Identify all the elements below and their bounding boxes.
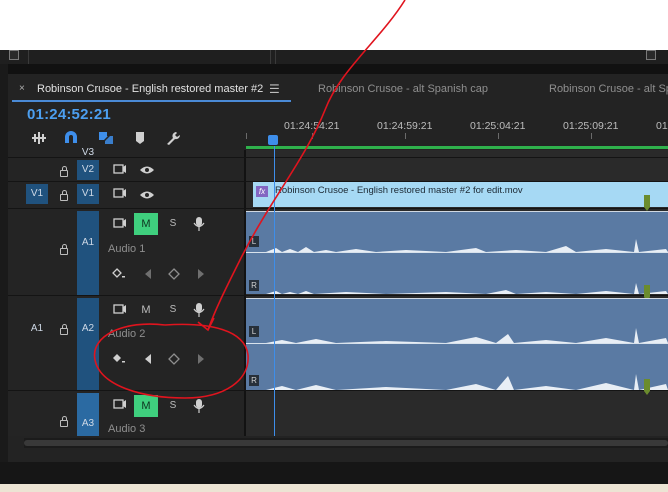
ruler-label: 01:25:04:21	[470, 120, 526, 132]
mute-track-button[interactable]: M	[134, 299, 158, 321]
snap-magnet-icon[interactable]	[62, 130, 80, 146]
close-tab-icon[interactable]: ×	[19, 76, 25, 102]
clip-marker-icon[interactable]	[644, 379, 650, 395]
show-keyframes-icon[interactable]	[112, 353, 126, 365]
sync-lock-icon[interactable]	[113, 398, 127, 410]
ruler-label: 01:24:59:21	[377, 120, 433, 132]
scrollbar-thumb[interactable]	[24, 440, 668, 446]
fx-badge-icon[interactable]: fx	[256, 186, 268, 197]
track-label-a3[interactable]: A3	[77, 393, 99, 436]
track-output-eye-icon[interactable]	[139, 190, 155, 200]
tab-menu-icon[interactable]: ☰	[269, 76, 280, 102]
track-label-a1[interactable]: A1	[77, 211, 99, 295]
next-keyframe-icon[interactable]	[196, 268, 206, 280]
ruler-label: 01:25:09:21	[563, 120, 619, 132]
playhead-line[interactable]	[274, 146, 275, 436]
voice-over-record-icon[interactable]	[193, 398, 205, 414]
video-clip-name: Robinson Crusoe - English restored maste…	[275, 185, 523, 196]
solo-track-button[interactable]: S	[166, 396, 180, 416]
playhead-handle[interactable]	[268, 135, 278, 145]
show-keyframes-icon[interactable]	[112, 268, 126, 280]
track-label-v2[interactable]: V2	[77, 160, 99, 180]
previous-keyframe-icon[interactable]	[143, 353, 153, 365]
wrench-icon[interactable]	[164, 130, 182, 146]
clip-marker-icon[interactable]	[644, 195, 650, 211]
track-label-v1[interactable]: V1	[77, 184, 99, 204]
next-keyframe-icon[interactable]	[196, 353, 206, 365]
linked-selection-icon[interactable]	[97, 130, 115, 146]
sync-lock-icon[interactable]	[113, 303, 127, 315]
panel-gap	[0, 64, 668, 74]
audio-waveform	[266, 328, 668, 390]
audio-waveform	[266, 239, 668, 294]
source-patch-v1[interactable]: V1	[26, 184, 48, 204]
mute-track-button[interactable]: M	[134, 213, 158, 235]
track-label-a2[interactable]: A2	[77, 298, 99, 390]
track-label-v3: V3	[81, 147, 95, 158]
ruler-label: 01:24:54:21	[284, 120, 340, 132]
voice-over-record-icon[interactable]	[193, 216, 205, 232]
audio-clip-a2[interactable]: L R	[246, 298, 668, 390]
source-patch-a1[interactable]: A1	[26, 319, 48, 339]
panel-button-icon[interactable]	[646, 50, 656, 60]
work-area-bar[interactable]	[246, 146, 668, 149]
tab-english-restored-master[interactable]: Robinson Crusoe - English restored maste…	[37, 76, 263, 102]
voice-over-record-icon[interactable]	[193, 302, 205, 318]
sequence-tab-bar: × Robinson Crusoe - English restored mas…	[8, 76, 668, 102]
track-name-audio-1[interactable]: Audio 1	[108, 243, 145, 255]
previous-keyframe-icon[interactable]	[143, 268, 153, 280]
track-name-audio-2[interactable]: Audio 2	[108, 328, 145, 340]
track-name-audio-3[interactable]: Audio 3	[108, 423, 145, 435]
audio-clip-a1[interactable]: L R	[246, 211, 668, 294]
video-clip[interactable]: fx Robinson Crusoe - English restored ma…	[253, 182, 668, 207]
active-tab-indicator	[12, 100, 291, 102]
track-output-eye-icon[interactable]	[139, 165, 155, 175]
add-keyframe-icon[interactable]	[168, 353, 180, 365]
lock-track-icon[interactable]	[60, 190, 68, 201]
taskbar-edge	[0, 484, 668, 492]
lock-track-icon[interactable]	[60, 244, 68, 255]
lock-track-icon[interactable]	[60, 166, 68, 177]
tab-alt-spanish[interactable]: Robinson Crusoe - alt Spa	[549, 76, 668, 102]
lock-track-icon[interactable]	[60, 324, 68, 335]
clip-marker-icon[interactable]	[644, 285, 650, 301]
time-ruler[interactable]: 01:24:54:21 01:24:59:21 01:25:04:21 01:2…	[246, 115, 668, 147]
sync-lock-icon[interactable]	[113, 187, 127, 199]
outer-desktop-area	[0, 0, 668, 50]
tab-alt-spanish-cap[interactable]: Robinson Crusoe - alt Spanish cap	[318, 76, 488, 102]
mute-track-button[interactable]: M	[134, 395, 158, 417]
lower-panel-edge	[0, 462, 668, 484]
sync-lock-icon[interactable]	[113, 163, 127, 175]
add-marker-icon[interactable]	[131, 130, 149, 146]
upper-panel-edge	[0, 50, 668, 64]
timeline-horizontal-scrollbar[interactable]	[24, 438, 668, 448]
ruler-label: 01	[656, 120, 668, 132]
add-keyframe-icon[interactable]	[168, 268, 180, 280]
playhead-timecode[interactable]: 01:24:52:21	[27, 106, 111, 123]
solo-track-button[interactable]: S	[166, 214, 180, 234]
panel-button-icon[interactable]	[9, 50, 19, 60]
lock-track-icon[interactable]	[60, 416, 68, 427]
solo-track-button[interactable]: S	[166, 300, 180, 320]
sync-lock-icon[interactable]	[113, 217, 127, 229]
left-panel-edge	[0, 64, 8, 462]
nest-sequence-icon[interactable]	[30, 130, 48, 146]
